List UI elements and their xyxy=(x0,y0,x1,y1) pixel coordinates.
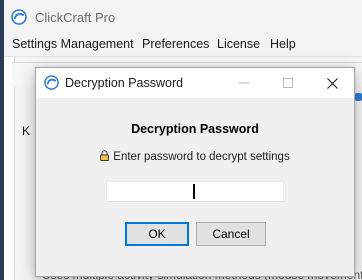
dialog-logo-icon xyxy=(44,75,59,90)
tab-k[interactable]: K xyxy=(22,124,30,138)
lock-icon xyxy=(100,150,110,161)
prompt-text: Enter password to decrypt settings xyxy=(113,151,290,163)
side-indicator xyxy=(355,93,362,101)
maximize-button[interactable] xyxy=(266,68,310,98)
decryption-password-dialog: Decryption Password Decryption Password xyxy=(35,67,355,277)
text-caret xyxy=(193,184,195,199)
menu-preferences[interactable]: Preferences xyxy=(142,37,209,51)
maximize-icon xyxy=(283,78,293,88)
menubar: Settings Management Preferences License … xyxy=(4,34,362,56)
menu-settings-management[interactable]: Settings Management xyxy=(12,37,134,51)
app-title: ClickCraft Pro xyxy=(35,10,116,25)
prompt-row: Enter password to decrypt settings xyxy=(36,150,354,163)
dialog-heading: Decryption Password xyxy=(131,122,259,136)
password-input[interactable] xyxy=(106,181,284,202)
app-titlebar[interactable]: ClickCraft Pro xyxy=(4,0,362,34)
close-icon xyxy=(326,77,338,89)
minimize-button[interactable] xyxy=(222,68,266,98)
dialog-body: Decryption Password Enter password to de… xyxy=(36,98,354,276)
menu-help[interactable]: Help xyxy=(270,37,296,51)
dialog-titlebar[interactable]: Decryption Password xyxy=(36,68,354,98)
ok-button[interactable]: OK xyxy=(125,222,189,246)
close-button[interactable] xyxy=(310,68,354,98)
screen: ClickCraft Pro Settings Management Prefe… xyxy=(0,0,362,280)
menu-license[interactable]: License xyxy=(217,37,260,51)
app-logo-icon xyxy=(11,9,27,25)
dialog-title: Decryption Password xyxy=(65,76,184,90)
cancel-button[interactable]: Cancel xyxy=(196,222,266,246)
minimize-icon xyxy=(239,82,249,84)
